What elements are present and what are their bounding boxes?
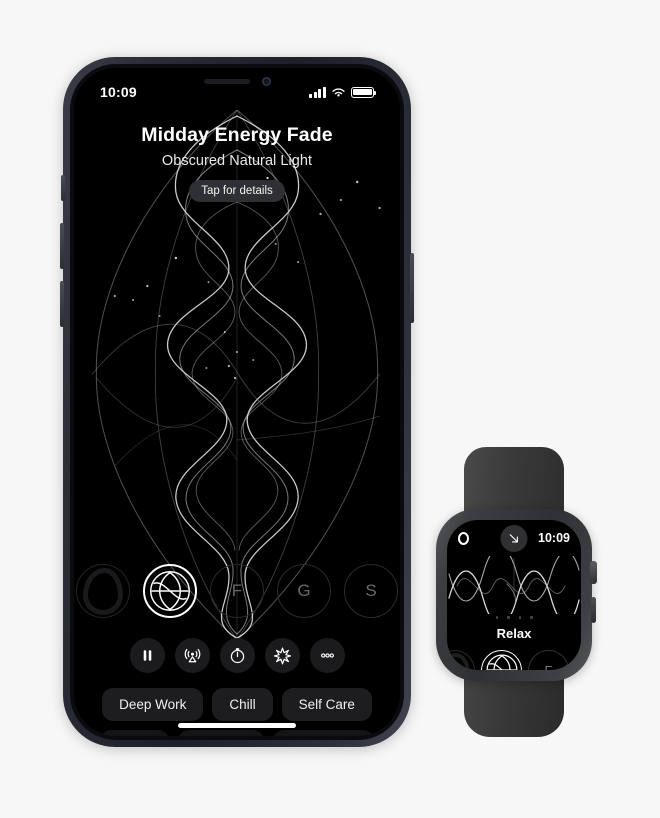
watch-orb-f[interactable]: F	[528, 649, 569, 670]
timer-icon	[230, 647, 244, 663]
page-subtitle: Obscured Natural Light	[161, 153, 313, 169]
preset-row-secondary: Study Meditate Power Nap	[74, 730, 400, 736]
preset-row-primary: Deep Work Chill Self Care	[74, 688, 400, 721]
arrow-down-right-icon	[509, 534, 518, 543]
starburst-icon	[273, 646, 291, 664]
watch-mode-label: Relax	[496, 626, 532, 641]
watch-orb-blob[interactable]	[447, 649, 475, 670]
watch-screen: 10:09 Relax F	[447, 520, 581, 670]
watch-orb-edge[interactable]	[575, 649, 581, 670]
sound-orb-row: F G S	[74, 560, 400, 622]
watch-status-bar: 10:09	[447, 525, 581, 552]
preset-deep-work[interactable]: Deep Work	[102, 688, 204, 721]
earpiece-speaker	[203, 79, 250, 84]
watch-wave-visualization	[448, 556, 580, 614]
battery-icon	[351, 86, 377, 98]
pause-button[interactable]	[129, 637, 165, 673]
airplay-broadcast-icon	[184, 648, 200, 662]
iphone-device: 10:09 Midday Energy Fade Obscured Natura…	[60, 57, 414, 747]
watch-page-dots	[447, 616, 581, 619]
watch-orb-logo-active[interactable]	[481, 649, 522, 670]
orb-logo-active[interactable]	[143, 564, 197, 618]
cellular-bars-icon	[309, 86, 326, 98]
orb-g[interactable]: G	[277, 564, 331, 618]
home-indicator[interactable]	[178, 723, 296, 728]
brand-logo-icon	[150, 571, 190, 611]
watch-side-button[interactable]	[591, 597, 596, 623]
scene: 10:09 Midday Energy Fade Obscured Natura…	[0, 0, 660, 818]
volume-down-button[interactable]	[60, 281, 64, 327]
power-button[interactable]	[410, 253, 414, 323]
watch-case: 10:09 Relax F	[436, 509, 597, 681]
mute-switch[interactable]	[61, 175, 65, 201]
pause-icon	[143, 649, 151, 661]
preset-study[interactable]: Study	[100, 730, 169, 736]
arrow-down-right-button[interactable]	[500, 525, 528, 552]
notch	[169, 68, 305, 95]
playback-control-row	[74, 629, 400, 681]
preset-self-care[interactable]: Self Care	[281, 688, 372, 721]
orb-s[interactable]: S	[344, 564, 398, 618]
sparkle-button[interactable]	[264, 637, 300, 673]
volume-up-button[interactable]	[60, 223, 64, 269]
status-clock: 10:09	[100, 84, 137, 100]
watch-clock: 10:09	[538, 531, 570, 545]
orb-blob[interactable]	[76, 564, 130, 618]
preset-power-nap[interactable]: Power Nap	[272, 730, 374, 736]
tap-for-details-button[interactable]: Tap for details	[189, 180, 285, 202]
iphone-screen: 10:09 Midday Energy Fade Obscured Natura…	[74, 68, 400, 736]
ellipsis-icon	[320, 652, 334, 658]
brand-logo-icon	[486, 654, 517, 670]
more-options-button[interactable]	[309, 637, 345, 673]
page-title: Midday Energy Fade	[141, 124, 333, 146]
front-camera-icon	[261, 77, 271, 86]
digital-crown[interactable]	[590, 561, 597, 584]
iphone-bezel: 10:09 Midday Energy Fade Obscured Natura…	[70, 64, 404, 740]
app-dot-icon	[458, 531, 469, 545]
wifi-icon	[332, 87, 345, 97]
preset-chip-rows: Deep Work Chill Self Care Study Meditate…	[74, 688, 400, 736]
status-icon-group	[309, 86, 377, 98]
timer-button[interactable]	[219, 637, 255, 673]
airplay-button[interactable]	[174, 637, 210, 673]
watch-orb-row: F	[447, 648, 581, 670]
preset-chill[interactable]: Chill	[212, 688, 273, 721]
apple-watch-device: 10:09 Relax F	[424, 447, 604, 737]
now-playing-header: Midday Energy Fade Obscured Natural Ligh…	[74, 124, 400, 202]
orb-f[interactable]: F	[210, 564, 264, 618]
preset-meditate[interactable]: Meditate	[177, 730, 264, 736]
